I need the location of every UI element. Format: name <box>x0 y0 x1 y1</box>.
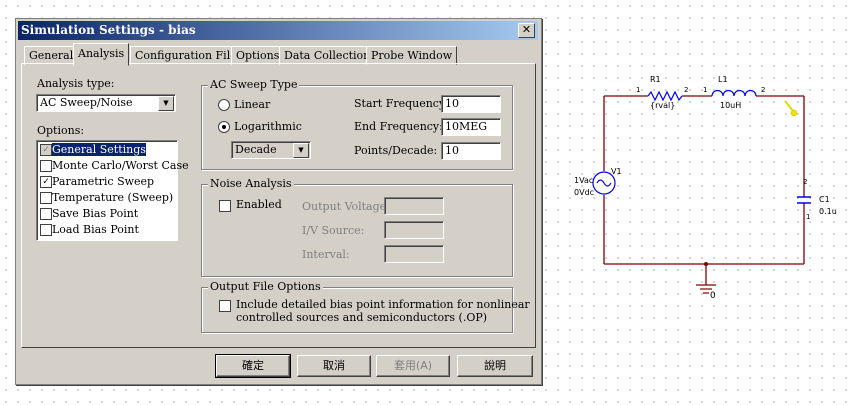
c1-value: 0.1u <box>819 207 837 216</box>
inductor-l1[interactable] <box>711 89 757 97</box>
tab-analysis[interactable]: Analysis <box>73 43 130 66</box>
r1-pin1: 1 <box>636 86 641 94</box>
c1-pin1: 1 <box>806 213 811 221</box>
c1-pin2: 2 <box>803 178 808 186</box>
junction-dot <box>704 262 708 266</box>
l1-name: L1 <box>718 75 728 84</box>
l1-value: 10uH <box>720 101 742 110</box>
r1-value: {rval} <box>650 101 676 110</box>
wires <box>603 95 805 285</box>
l1-pin1: 1 <box>703 86 708 94</box>
r1-name: R1 <box>650 75 661 84</box>
resistor-r1[interactable] <box>647 90 683 102</box>
r1-pin2: 2 <box>684 86 689 94</box>
l1-pin2: 2 <box>761 86 766 94</box>
v1-name: V1 <box>611 167 622 176</box>
c1-name: C1 <box>819 195 830 204</box>
v1-dc: 0Vdc <box>574 188 595 197</box>
ground-label: 0 <box>710 291 716 301</box>
probe-marker-icon[interactable] <box>784 100 798 117</box>
v1-ac: 1Vac <box>574 176 594 185</box>
